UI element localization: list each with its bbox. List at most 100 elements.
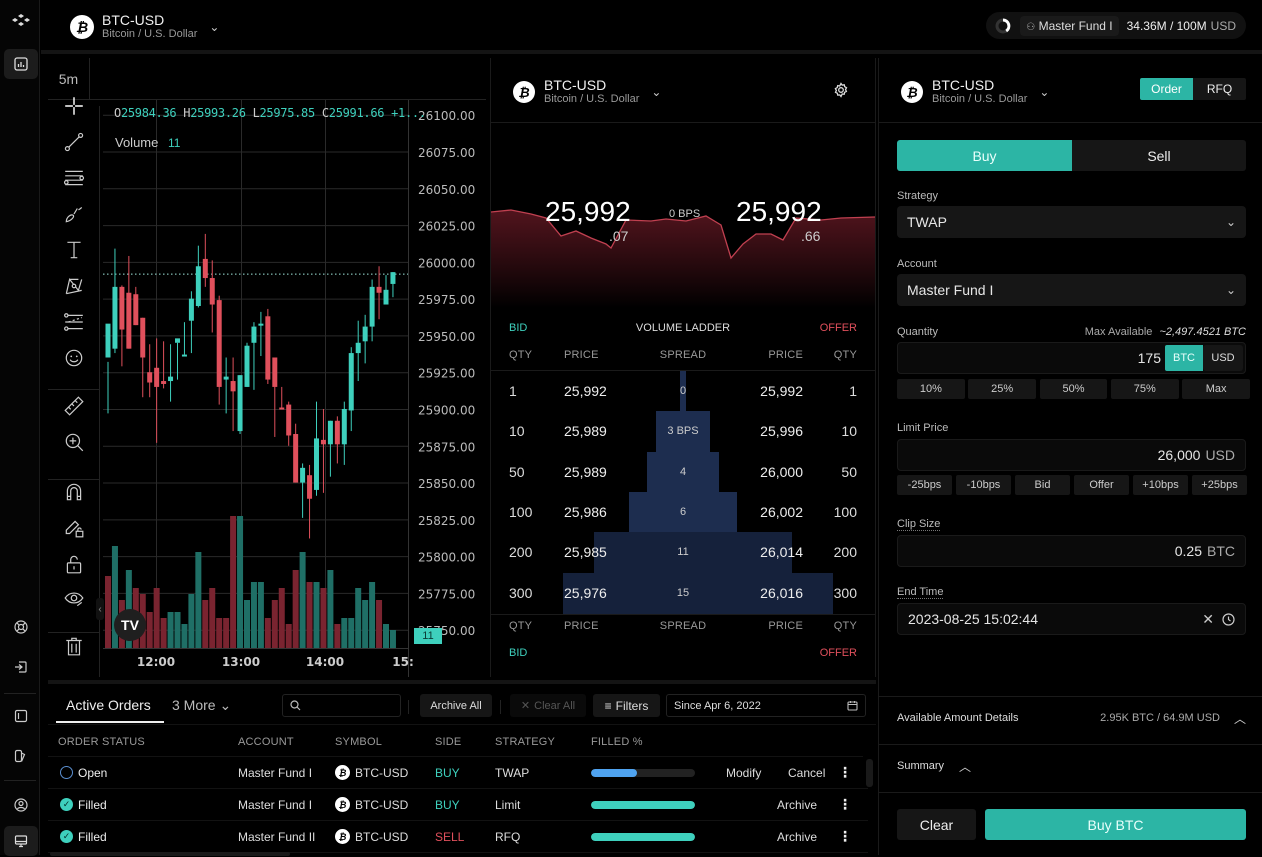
orders-col-header[interactable]: ORDER STATUS xyxy=(58,736,145,748)
ladder-row[interactable]: 10 25,989 3 BPS 25,996 10 xyxy=(491,411,875,452)
ladder-row[interactable]: 50 25,989 4 26,000 50 xyxy=(491,452,875,492)
strategy-select[interactable]: TWAP ⌄ xyxy=(897,206,1246,238)
archive-all-button[interactable]: Archive All xyxy=(420,694,492,717)
tab-more[interactable]: 3 More ⌄ xyxy=(172,697,231,714)
filters-button[interactable]: ≡ Filters xyxy=(593,694,660,717)
limit-preset-button[interactable]: -25bps xyxy=(897,475,952,495)
qty-preset-button[interactable]: 50% xyxy=(1039,379,1108,399)
tab-rfq[interactable]: RFQ xyxy=(1193,78,1246,100)
qty-preset-button[interactable]: 25% xyxy=(968,379,1037,399)
order-symbol-selector[interactable]: ₿ BTC-USD Bitcoin / U.S. Dollar ⌄ xyxy=(901,78,1049,106)
eye-icon[interactable] xyxy=(48,581,100,615)
orders-col-header[interactable]: STRATEGY xyxy=(495,736,555,748)
archive-button[interactable]: Archive xyxy=(777,830,817,844)
orders-col-header[interactable]: SYMBOL xyxy=(335,736,382,748)
settings-gear-icon[interactable] xyxy=(833,82,849,101)
ladder-row[interactable]: 1 25,992 0 25,992 1 xyxy=(491,371,875,411)
limit-preset-button[interactable]: Bid xyxy=(1015,475,1070,495)
unit-btc-toggle[interactable]: BTC xyxy=(1165,345,1203,371)
ladder-symbol-name: BTC-USD xyxy=(544,77,607,93)
buy-tab[interactable]: Buy xyxy=(897,140,1072,171)
brush-icon[interactable] xyxy=(48,197,100,231)
ruler-icon[interactable] xyxy=(48,389,100,423)
vertical-scrollbar[interactable] xyxy=(866,759,873,787)
sell-tab[interactable]: Sell xyxy=(1072,140,1246,171)
order-symbol: BTC-USD xyxy=(355,830,409,844)
ladder-row[interactable]: 300 25,976 15 26,016 300 xyxy=(491,573,875,614)
fib-icon[interactable] xyxy=(48,161,100,195)
symbol-selector[interactable]: ₿ BTC-USD Bitcoin / U.S. Dollar ⌄ xyxy=(70,13,219,41)
volume-bar xyxy=(160,618,167,648)
unit-usd-toggle[interactable]: USD xyxy=(1203,345,1243,371)
order-row[interactable]: Open Master Fund I ₿ BTC-USD BUY TWAP Modify Ca… xyxy=(48,757,868,789)
limit-preset-button[interactable]: +25bps xyxy=(1192,475,1247,495)
zoom-in-icon[interactable] xyxy=(48,425,100,459)
layout-icon[interactable] xyxy=(4,701,38,731)
monitor-icon[interactable] xyxy=(4,826,38,856)
forecast-icon[interactable] xyxy=(48,305,100,339)
modify-button[interactable]: Modify xyxy=(726,766,761,780)
tradingview-logo[interactable]: TV xyxy=(114,609,146,641)
emoji-icon[interactable] xyxy=(48,341,100,375)
ladder-row[interactable]: 100 25,986 6 26,002 100 xyxy=(491,492,875,532)
search-input[interactable] xyxy=(282,694,401,717)
limit-price-input[interactable]: 26,000 USD xyxy=(897,439,1246,471)
theme-icon[interactable] xyxy=(4,741,38,771)
ladder-row[interactable]: 200 25,985 11 26,014 200 xyxy=(491,532,875,573)
collapse-tools-handle[interactable]: ‹ xyxy=(96,598,104,620)
clear-button[interactable]: Clear xyxy=(897,809,976,840)
account-select[interactable]: Master Fund I ⌄ xyxy=(897,274,1246,306)
date-filter[interactable]: Since Apr 6, 2022 xyxy=(666,694,866,717)
horizontal-scrollbar[interactable] xyxy=(50,852,290,856)
quantity-input[interactable]: 175 BTC USD xyxy=(897,342,1246,374)
summary-toggle[interactable]: Summary xyxy=(897,760,944,772)
qty-preset-button[interactable]: 10% xyxy=(897,379,965,399)
tab-order[interactable]: Order xyxy=(1140,78,1193,100)
trendline-icon[interactable] xyxy=(48,125,100,159)
order-row[interactable]: ✓ Filled Master Fund I ₿ BTC-USD BUY Limit Arch… xyxy=(48,789,868,821)
qty-preset-button[interactable]: Max xyxy=(1182,379,1250,399)
limit-preset-button[interactable]: -10bps xyxy=(956,475,1011,495)
chevron-up-icon[interactable]: ︿ xyxy=(959,758,971,775)
chevron-up-icon[interactable]: ︿ xyxy=(1234,710,1246,727)
logout-icon[interactable] xyxy=(4,652,38,682)
tab-active-orders[interactable]: Active Orders xyxy=(66,697,151,713)
spread-value: 4 xyxy=(679,466,687,478)
end-time-input[interactable]: 2023-08-25 15:02:44 ✕ xyxy=(897,603,1246,635)
candlestick-chart[interactable]: 26100.00 26075.00 26050.00 26025.00 26000.00… xyxy=(103,100,486,677)
limit-preset-button[interactable]: Offer xyxy=(1074,475,1129,495)
lock-icon[interactable] xyxy=(48,547,100,581)
orders-col-header[interactable]: ACCOUNT xyxy=(238,736,294,748)
more-options-icon[interactable]: ⋮ xyxy=(838,828,852,845)
divider xyxy=(48,724,876,725)
ladder-symbol-selector[interactable]: ₿ BTC-USD Bitcoin / U.S. Dollar ⌄ xyxy=(513,78,661,106)
user-icon[interactable] xyxy=(4,790,38,820)
clear-all-button[interactable]: ✕ Clear All xyxy=(510,694,586,717)
qty-preset-button[interactable]: 75% xyxy=(1110,379,1179,399)
lock-draw-icon[interactable] xyxy=(48,511,100,545)
cancel-button[interactable]: Cancel xyxy=(788,766,825,780)
more-options-icon[interactable]: ⋮ xyxy=(838,796,852,813)
clip-size-input[interactable]: 0.25 BTC xyxy=(897,535,1246,567)
crosshair-icon[interactable] xyxy=(48,89,100,123)
limit-preset-button[interactable]: +10bps xyxy=(1133,475,1188,495)
more-options-icon[interactable]: ⋮ xyxy=(838,764,852,781)
archive-button[interactable]: Archive xyxy=(777,798,817,812)
support-icon[interactable] xyxy=(4,612,38,642)
submit-buy-button[interactable]: Buy BTC xyxy=(985,809,1246,840)
clock-icon[interactable] xyxy=(1222,612,1235,626)
fund-usage-pill[interactable]: ⚇ Master Fund I 34.36M / 100M USD xyxy=(986,12,1246,39)
order-row[interactable]: ✓ Filled Master Fund II ₿ BTC-USD SELL RFQ Arch… xyxy=(48,821,868,853)
volume-bar xyxy=(348,618,355,648)
trash-icon[interactable] xyxy=(48,629,100,663)
logo-icon[interactable] xyxy=(4,6,38,36)
text-icon[interactable] xyxy=(48,233,100,267)
clear-time-icon[interactable]: ✕ xyxy=(1202,611,1214,628)
candle xyxy=(251,322,257,390)
search-field[interactable] xyxy=(306,698,396,713)
magnet-icon[interactable] xyxy=(48,475,100,509)
pattern-icon[interactable] xyxy=(48,269,100,303)
orders-col-header[interactable]: FILLED % xyxy=(591,736,643,748)
orders-col-header[interactable]: SIDE xyxy=(435,736,461,748)
chart-icon[interactable] xyxy=(4,49,38,79)
